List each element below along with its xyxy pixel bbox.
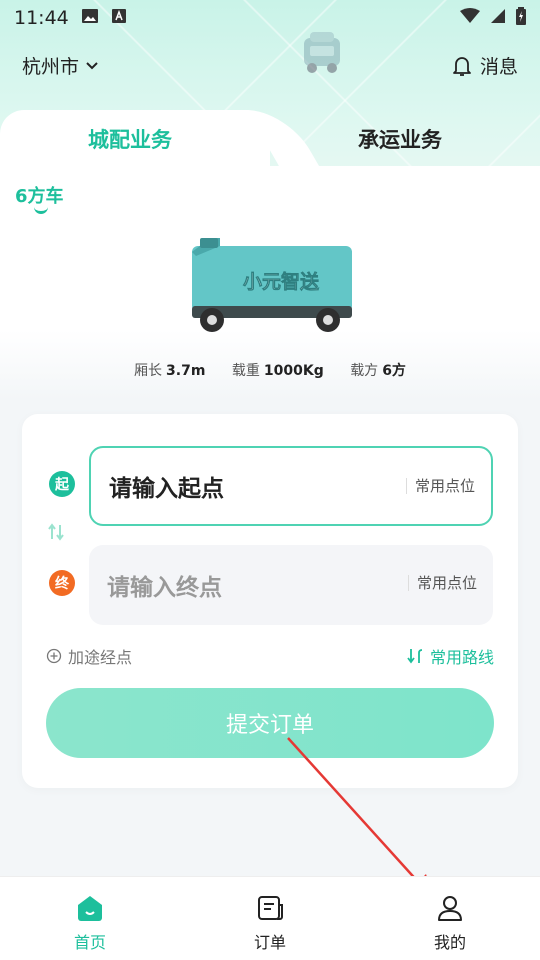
tab-city-delivery[interactable]: 城配业务 [88,124,172,154]
app-header: 杭州市 消息 [0,32,540,90]
spec-load-weight: 载重 1000Kg [231,363,324,379]
nav-home-label: 首页 [73,933,106,952]
status-time: 11:44 [14,7,69,29]
city-selector[interactable]: 杭州市 [22,52,99,79]
end-point-placeholder: 请输入终点 [107,575,222,601]
common-routes-button[interactable]: 常用路线 [406,644,494,668]
nav-orders-label: 订单 [253,933,286,952]
business-tabs: 城配业务 承运业务 [0,110,540,170]
messages-label: 消息 [479,56,518,78]
keyboard-notification-icon [111,7,127,29]
end-common-points-button[interactable]: 常用点位 [407,575,477,591]
spec-box-length: 厢长 3.7m [134,363,206,379]
order-icon [258,896,283,920]
nav-profile[interactable]: 我的 [360,877,540,960]
signal-icon [490,7,506,29]
start-point-input[interactable]: 请输入起点 常用点位 [89,446,493,526]
bell-icon [453,56,471,76]
nav-orders[interactable]: 订单 [180,877,360,960]
status-bar: 11:44 [0,0,540,36]
start-marker: 起 [49,471,75,497]
end-point-input[interactable]: 请输入终点 常用点位 [89,545,493,625]
order-form-card: 起 终 请输入起点 常用点位 请输入终点 常用点位 加途经点 常用路线 提交订单 [22,414,518,788]
route-icon [407,649,423,664]
plus-circle-icon [46,648,62,664]
vehicle-specs: 厢长 3.7m 载重 1000Kg 载方 6方 [0,360,540,380]
tab-freight-business[interactable]: 承运业务 [358,124,442,154]
home-icon [78,896,102,921]
robot-vehicle-icon [304,32,340,73]
spec-load-volume: 载方 6方 [350,363,406,379]
image-notification-icon [81,7,99,29]
vehicle-type-tab[interactable]: 6方车 [15,182,64,208]
add-waypoint-button[interactable]: 加途经点 [46,644,132,668]
messages-button[interactable]: 消息 [452,52,518,79]
swap-icon[interactable] [46,522,66,542]
truck-brand-text: 小元智送 [243,270,320,293]
battery-icon [516,6,526,30]
chevron-down-icon [86,61,98,69]
wifi-icon [460,7,480,29]
submit-order-button[interactable]: 提交订单 [46,688,494,758]
nav-home[interactable]: 首页 [0,877,180,960]
profile-icon [438,896,462,921]
delivery-truck-image: 小元智送 [192,238,352,332]
city-label: 杭州市 [22,56,80,78]
end-marker: 终 [49,570,75,596]
start-point-placeholder: 请输入起点 [109,476,224,502]
bottom-navigation: 首页 订单 我的 [0,876,540,960]
nav-profile-label: 我的 [433,933,466,952]
start-common-points-button[interactable]: 常用点位 [405,478,475,494]
